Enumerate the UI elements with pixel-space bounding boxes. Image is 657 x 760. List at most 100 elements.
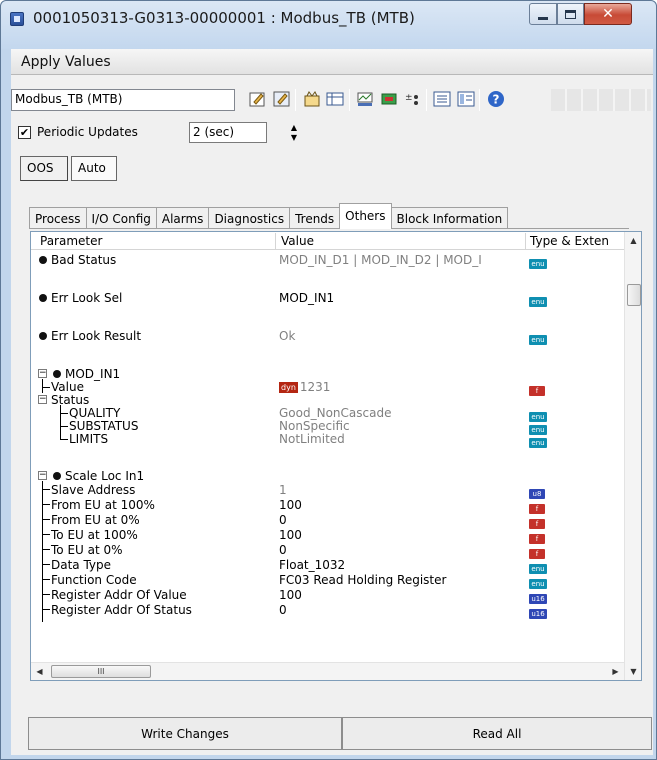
- table-row[interactable]: SUBSTATUS NonSpecific enu: [31, 419, 621, 435]
- spin-down-icon[interactable]: ▼: [287, 132, 301, 142]
- table-row[interactable]: LIMITS NotLimited enu: [31, 432, 621, 448]
- param-value[interactable]: 0: [279, 543, 287, 557]
- client-area: Modbus_TB (MTB) ± ? ✔ Periodic Updates 2…: [11, 75, 653, 755]
- help-icon[interactable]: ?: [485, 88, 507, 110]
- vertical-scroll-thumb[interactable]: [627, 284, 641, 306]
- tab-block-information[interactable]: Block Information: [390, 207, 509, 229]
- parameter-bullet-icon: [39, 294, 47, 302]
- tab-trends[interactable]: Trends: [289, 207, 341, 229]
- param-value: 1231: [299, 380, 331, 394]
- table-row[interactable]: Function Code FC03 Read Holding Register…: [31, 573, 621, 589]
- update-interval-field[interactable]: 2 (sec): [189, 122, 267, 143]
- param-name: Value: [51, 380, 84, 394]
- periodic-updates-checkbox[interactable]: ✔: [18, 126, 31, 139]
- block-info-icon[interactable]: [301, 88, 323, 110]
- table-row[interactable]: To EU at 100% 100 f: [31, 528, 621, 544]
- write-changes-button[interactable]: Write Changes: [28, 717, 342, 750]
- scroll-left-icon[interactable]: ◀: [31, 663, 48, 680]
- param-name: LIMITS: [69, 432, 109, 446]
- parameter-grid[interactable]: Parameter Value Type & Exten Bad Status …: [30, 231, 642, 681]
- table-row[interactable]: Status: [31, 393, 621, 407]
- table-row[interactable]: Register Addr Of Value 100 u16: [31, 588, 621, 604]
- param-name: To EU at 100%: [51, 528, 138, 542]
- transfer-icon[interactable]: [378, 88, 400, 110]
- table-row[interactable]: Slave Address 1 u8: [31, 483, 621, 499]
- close-button[interactable]: ✕: [584, 3, 632, 25]
- mode-auto-button[interactable]: Auto: [71, 156, 117, 181]
- table-row[interactable]: QUALITY Good_NonCascade enu: [31, 406, 621, 422]
- toolbar-gripper: [551, 89, 651, 111]
- tree-toggle-icon[interactable]: ±: [401, 88, 423, 110]
- header-parameter[interactable]: Parameter: [40, 234, 102, 248]
- minimize-button[interactable]: [529, 3, 557, 25]
- list-view-icon[interactable]: [431, 88, 453, 110]
- param-name: Function Code: [51, 573, 137, 587]
- param-value[interactable]: MOD_IN1: [279, 291, 334, 305]
- type-tag: u16: [529, 609, 547, 619]
- title-bar[interactable]: 0001050313-G0313-00000001 : Modbus_TB (M…: [1, 1, 656, 49]
- param-value[interactable]: Float_1032: [279, 558, 345, 572]
- param-value[interactable]: 0: [279, 513, 287, 527]
- scroll-down-icon[interactable]: ▼: [625, 663, 641, 680]
- header-type[interactable]: Type & Exten: [530, 234, 609, 248]
- table-row[interactable]: Register Addr Of Status 0 u16: [31, 603, 621, 619]
- menu-apply-values[interactable]: Apply Values: [21, 54, 111, 70]
- tab-others[interactable]: Others: [339, 203, 392, 229]
- param-name: From EU at 100%: [51, 498, 155, 512]
- group-name: MOD_IN1: [65, 367, 121, 381]
- param-value[interactable]: FC03 Read Holding Register: [279, 573, 446, 587]
- periodic-updates-label: Periodic Updates: [37, 125, 138, 139]
- tab-process[interactable]: Process: [29, 207, 87, 229]
- scroll-right-icon[interactable]: ▶: [607, 663, 624, 680]
- table-row[interactable]: To EU at 0% 0 f: [31, 543, 621, 559]
- spin-up-icon[interactable]: ▲: [287, 122, 301, 132]
- param-value: 1: [279, 483, 287, 497]
- interval-spinner[interactable]: ▲ ▼: [287, 122, 301, 143]
- tab-alarms[interactable]: Alarms: [155, 207, 210, 229]
- table-row[interactable]: From EU at 100% 100 f: [31, 498, 621, 514]
- scroll-up-icon[interactable]: ▲: [625, 232, 641, 249]
- read-all-button[interactable]: Read All: [342, 717, 652, 750]
- type-tag: enu: [529, 259, 547, 269]
- dynamic-badge-icon: dyn: [279, 382, 298, 393]
- app-icon: [10, 12, 24, 26]
- tab-io-config[interactable]: I/O Config: [85, 207, 157, 229]
- maximize-button[interactable]: [557, 3, 584, 25]
- table-row[interactable]: MOD_IN1: [31, 367, 621, 381]
- param-value: MOD_IN_D1 | MOD_IN_D2 | MOD_I: [279, 253, 482, 267]
- parameter-bullet-icon: [39, 256, 47, 264]
- block-select[interactable]: Modbus_TB (MTB): [11, 89, 235, 111]
- param-value: Good_NonCascade: [279, 406, 392, 420]
- edit-all-icon[interactable]: [271, 88, 293, 110]
- horizontal-scrollbar[interactable]: ◀ III ▶: [31, 662, 624, 680]
- tab-diagnostics[interactable]: Diagnostics: [208, 207, 291, 229]
- param-value[interactable]: 100: [279, 498, 302, 512]
- table-row[interactable]: From EU at 0% 0 f: [31, 513, 621, 529]
- type-tag: enu: [529, 438, 547, 448]
- table-row[interactable]: Data Type Float_1032 enu: [31, 558, 621, 574]
- spreadsheet-icon[interactable]: [324, 88, 346, 110]
- table-row[interactable]: Scale Loc In1: [31, 469, 621, 483]
- vertical-scrollbar[interactable]: ▲ ▼: [624, 232, 641, 680]
- mode-oos-button[interactable]: OOS: [20, 156, 68, 181]
- header-value[interactable]: Value: [281, 234, 314, 248]
- param-name: To EU at 0%: [51, 543, 123, 557]
- table-row[interactable]: Value dyn 1231 f: [31, 380, 621, 396]
- parameter-bullet-icon: [53, 472, 61, 480]
- param-value[interactable]: 100: [279, 588, 302, 602]
- table-row[interactable]: Bad Status MOD_IN_D1 | MOD_IN_D2 | MOD_I…: [31, 253, 621, 269]
- detail-view-icon[interactable]: [455, 88, 477, 110]
- param-value: Ok: [279, 329, 296, 343]
- param-name: Bad Status: [51, 253, 117, 267]
- param-value[interactable]: 100: [279, 528, 302, 542]
- edit-icon[interactable]: [247, 88, 269, 110]
- param-name: Data Type: [51, 558, 112, 572]
- menu-bar: Apply Values: [11, 49, 653, 75]
- param-name: QUALITY: [69, 406, 121, 420]
- horizontal-scroll-thumb[interactable]: III: [51, 665, 151, 678]
- table-row[interactable]: Err Look Sel MOD_IN1 enu: [31, 291, 621, 307]
- chart-icon[interactable]: [354, 88, 376, 110]
- table-row[interactable]: Err Look Result Ok enu: [31, 329, 621, 345]
- param-name: Status: [51, 393, 90, 407]
- param-value[interactable]: 0: [279, 603, 287, 617]
